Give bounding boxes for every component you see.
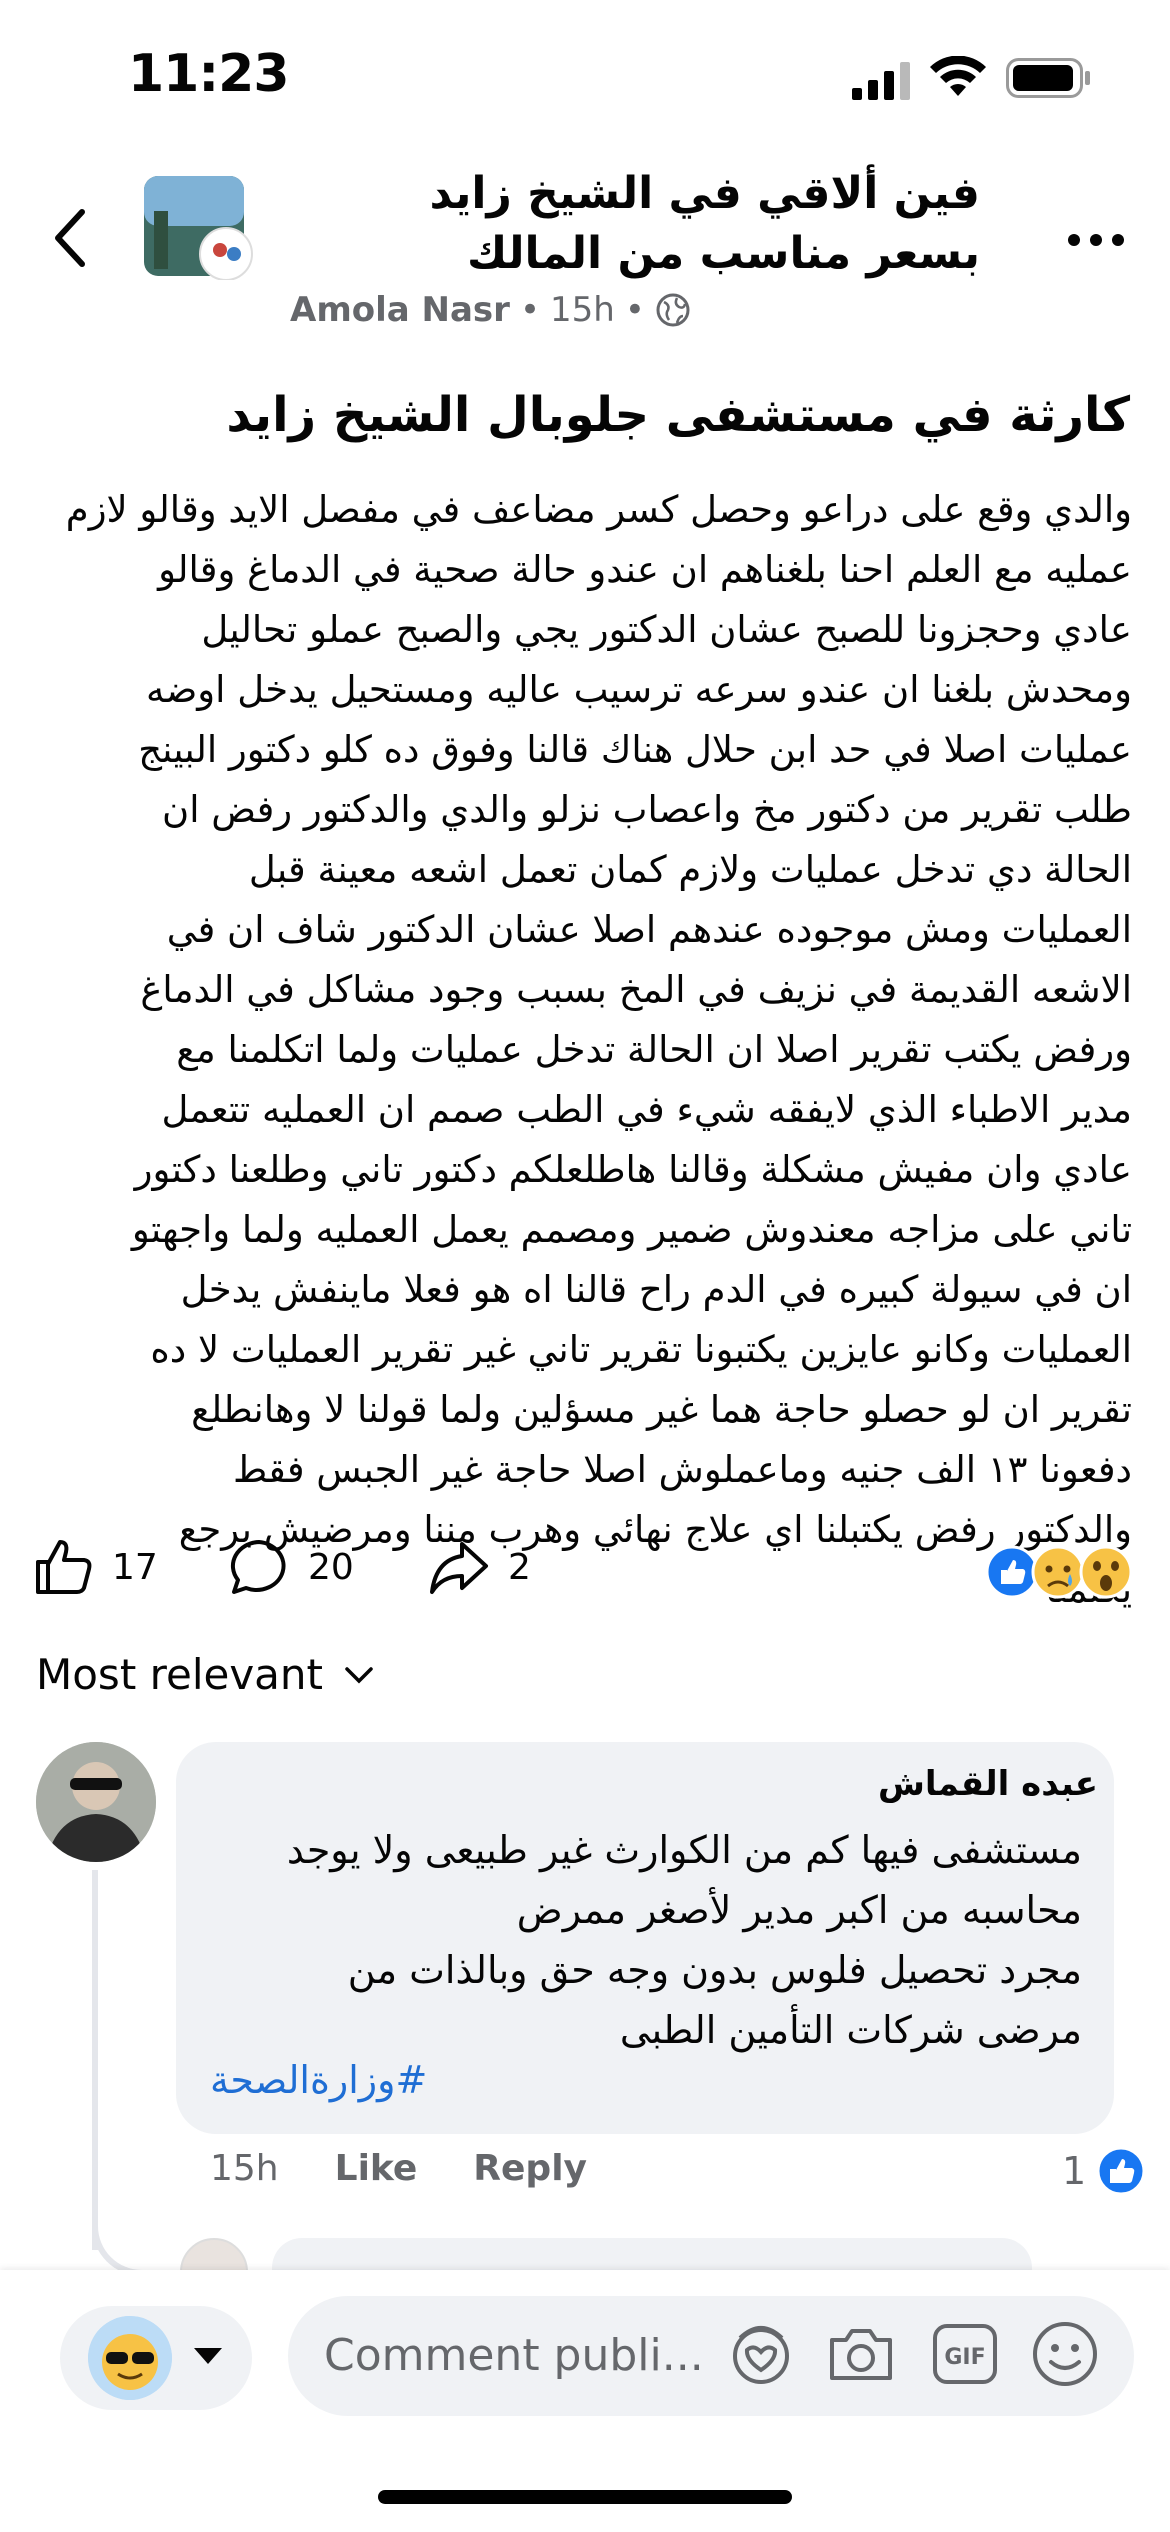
comment-text: مستشفى فيها كم من الكوارث غير طبيعى ولا … — [286, 1828, 1082, 2052]
comment-like-count: 1 — [1062, 2149, 1087, 2193]
post-title: كارثة في مستشفى جلوبال الشيخ زايد — [226, 387, 1130, 443]
caret-down-icon[interactable] — [192, 2346, 224, 2366]
group-title[interactable]: فين ألاقي في الشيخ زايد بسعر مناسب من ال… — [340, 164, 980, 284]
thread-line — [92, 1870, 98, 2250]
post-meta: Amola Nasr • 15h • — [290, 290, 691, 330]
comment-reply-button[interactable]: Reply — [473, 2148, 587, 2189]
like-button[interactable]: 17 — [34, 1538, 158, 1596]
comment-time: 15h — [210, 2148, 279, 2189]
sad-face-icon — [1031, 1545, 1085, 1599]
more-options-button[interactable] — [1066, 230, 1126, 250]
share-button[interactable]: 2 — [428, 1538, 531, 1596]
like-icon — [1096, 2146, 1146, 2196]
comment-button[interactable]: 20 — [228, 1538, 354, 1596]
sort-comments-dropdown[interactable]: Most relevant — [36, 1650, 375, 1699]
meta-separator: • — [519, 290, 540, 330]
like-count: 17 — [112, 1546, 158, 1588]
comment-count: 20 — [308, 1546, 354, 1588]
user-avatar[interactable] — [88, 2316, 172, 2400]
meta-separator-2: • — [624, 290, 645, 330]
wifi-icon — [930, 56, 986, 96]
comment-reactions[interactable]: 1 — [1062, 2146, 1146, 2196]
comment-input-placeholder[interactable]: Comment publi... — [324, 2330, 704, 2381]
battery-icon — [1006, 58, 1090, 98]
post-body: والدي وقع على دراعو وحصل كسر مضاعف في مف… — [65, 488, 1132, 1611]
avatar-sticker-icon[interactable] — [726, 2318, 796, 2388]
comment-bubble-icon — [230, 1540, 286, 1594]
group-avatar[interactable] — [144, 176, 256, 280]
reaction-summary[interactable] — [986, 1544, 1138, 1600]
author-name[interactable]: Amola Nasr — [290, 290, 510, 330]
gif-icon[interactable]: GIF — [930, 2318, 1000, 2388]
wow-face-icon — [1079, 1545, 1133, 1599]
camera-icon[interactable] — [826, 2318, 896, 2388]
cellular-signal-icon — [852, 62, 910, 100]
thumbs-up-icon — [36, 1540, 92, 1594]
share-arrow-icon — [430, 1542, 488, 1594]
comment-author[interactable]: عبده القماش — [198, 1764, 1098, 1804]
share-count: 2 — [508, 1546, 531, 1588]
home-indicator[interactable] — [378, 2490, 792, 2504]
comment-actions: 15h Like Reply — [210, 2148, 587, 2189]
comment-like-button[interactable]: Like — [335, 2148, 418, 2189]
commenter-avatar[interactable] — [36, 1742, 156, 1862]
emoji-icon[interactable] — [1030, 2318, 1100, 2388]
post-time: 15h — [550, 290, 615, 330]
status-time: 11:23 — [128, 44, 290, 104]
comment-hashtag-link[interactable]: #وزارةالصحة — [210, 2058, 427, 2102]
like-icon — [986, 1545, 1039, 1599]
sort-label: Most relevant — [36, 1650, 324, 1699]
globe-icon — [656, 293, 690, 327]
back-button[interactable] — [42, 198, 102, 278]
svg-text:GIF: GIF — [944, 2345, 985, 2370]
chevron-down-icon — [345, 1666, 373, 1683]
